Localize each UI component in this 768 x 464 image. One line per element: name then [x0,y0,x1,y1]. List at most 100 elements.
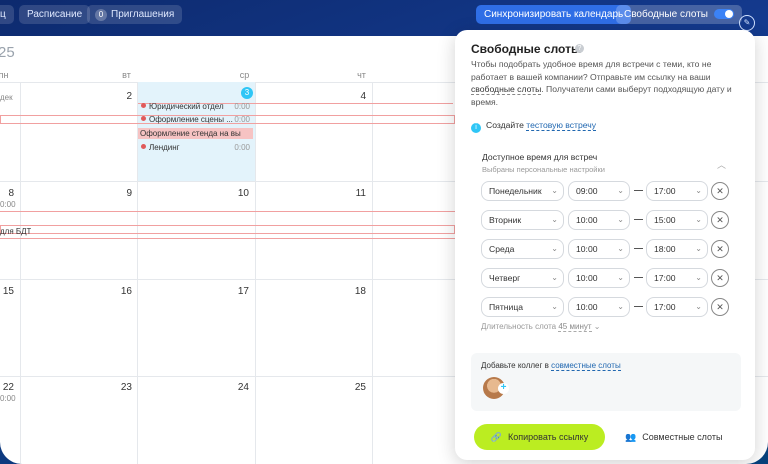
from-time-select[interactable]: 10:00 ⌄ [568,210,630,230]
event-band [0,238,455,239]
to-time-select[interactable]: 15:00 ⌄ [646,210,708,230]
event-dot-icon [141,144,146,149]
event-time: 0:00 [234,143,250,152]
event-time: 0:00 [234,102,250,111]
users-icon: 👥 [625,432,637,442]
schedule-button[interactable]: Расписание [19,5,91,24]
tab-partial[interactable]: ц [0,5,14,24]
from-time-select[interactable]: 10:00 ⌄ [568,268,630,288]
invitations-button[interactable]: 0 Приглашения [87,5,183,24]
joint-slots-link[interactable]: совместные слоты [551,361,621,371]
day-value: Среда [489,244,515,254]
remove-row-icon[interactable]: ✕ [711,211,729,229]
day-select[interactable]: Пятница ⌄ [481,297,564,317]
dow-mon: пн [0,70,9,80]
event-item[interactable]: для БДТ [0,227,31,236]
available-time-title: Доступное время для встреч [482,152,598,162]
day-number: 24 [237,382,249,393]
description-text: Чтобы подобрать удобное время для встреч… [471,59,712,82]
from-value: 10:00 [576,215,598,225]
day-value: Вторник [489,215,522,225]
remove-row-icon[interactable]: ✕ [711,269,729,287]
range-dash [634,248,643,249]
day-number: 10 [237,188,249,199]
from-time-select[interactable]: 10:00 ⌄ [568,239,630,259]
range-dash [634,219,643,220]
copy-link-button[interactable]: 🔗 Копировать ссылку [474,424,605,450]
to-value: 17:00 [654,186,676,196]
free-slots-toggle-button[interactable]: Свободные слоты [616,5,742,24]
day-number: 11 [355,188,366,199]
invitations-label: Приглашения [111,9,175,20]
from-value: 10:00 [576,302,598,312]
chat-icon[interactable]: ✎ [739,15,755,31]
chevron-down-icon: ⌄ [617,215,624,224]
event-time: 0:00 [0,394,16,403]
day-number: 16 [120,286,132,297]
free-slots-toggle[interactable] [714,9,734,20]
event-item[interactable]: Юридический отдел 0:00 [141,102,253,111]
joint-slots-button[interactable]: 👥 Совместные слоты [625,432,722,443]
available-time-subtitle: Выбраны персональные настройки [482,165,605,174]
event-item[interactable]: Оформление стенда на вы [138,128,253,139]
from-time-select[interactable]: 09:00 ⌄ [568,181,630,201]
to-value: 18:00 [654,244,676,254]
copy-link-label: Копировать ссылку [508,432,589,442]
grid-line [255,82,256,464]
today-badge: 3 [241,87,253,99]
invitations-count: 0 [95,9,107,21]
schedule-label: Расписание [27,9,83,20]
chevron-down-icon: ⌄ [551,186,558,195]
day-select[interactable]: Четверг ⌄ [481,268,564,288]
top-bar: ц Расписание 0 Приглашения Синхронизирова… [0,0,768,34]
chevron-up-icon[interactable]: ︿ [717,158,726,171]
day-select[interactable]: Среда ⌄ [481,239,564,259]
create-text: Создайте [486,120,524,130]
day-select[interactable]: Понедельник ⌄ [481,181,564,201]
event-item[interactable]: Оформление сцены ... 0:00 [141,115,253,124]
dow-wed: ср [239,70,250,80]
chevron-down-icon: ⌄ [695,215,702,224]
chevron-down-icon: ⌄ [617,273,624,282]
to-time-select[interactable]: 18:00 ⌄ [646,239,708,259]
event-item[interactable]: Лендинг 0:00 [141,143,253,152]
remove-row-icon[interactable]: ✕ [711,182,729,200]
schedule-row: Вторник ⌄ 10:00 ⌄ 15:00 ⌄ ✕ [481,210,731,230]
remove-row-icon[interactable]: ✕ [711,298,729,316]
schedule-row: Понедельник ⌄ 09:00 ⌄ 17:00 ⌄ ✕ [481,181,731,201]
chevron-down-icon: ⌄ [617,244,624,253]
chevron-down-icon: ⌄ [617,186,624,195]
duration-select[interactable]: 45 минут [558,322,592,332]
from-time-select[interactable]: 10:00 ⌄ [568,297,630,317]
to-value: 17:00 [654,273,676,283]
day-number: 4 [360,91,366,102]
event-dot-icon [141,116,146,121]
slot-duration: Длительность слота 45 минут ⌄ [481,322,600,332]
day-value: Понедельник [489,186,542,196]
free-slots-link[interactable]: свободные слоты [471,84,542,95]
to-time-select[interactable]: 17:00 ⌄ [646,268,708,288]
remove-row-icon[interactable]: ✕ [711,240,729,258]
dow-thu: чт [357,70,366,80]
event-band [0,211,455,212]
event-title: Лендинг [149,143,180,152]
help-icon[interactable]: ? [575,44,584,53]
dow-tue: вт [122,70,131,80]
event-time: 0:00 [0,200,16,209]
panel-description: Чтобы подобрать удобное время для встреч… [471,58,741,108]
to-time-select[interactable]: 17:00 ⌄ [646,181,708,201]
link-icon: 🔗 [490,432,502,442]
chevron-down-icon: ⌄ [551,244,558,253]
chevron-down-icon: ⌄ [695,186,702,195]
to-time-select[interactable]: 17:00 ⌄ [646,297,708,317]
day-select[interactable]: Вторник ⌄ [481,210,564,230]
test-meeting-link[interactable]: тестовую встречу [526,120,597,131]
free-slots-panel: Свободные слоты ? Чтобы подобрать удобно… [455,30,755,460]
colleagues-text: Добавьте коллег в совместные слоты [481,361,621,371]
range-dash [634,190,643,191]
schedule-row: Четверг ⌄ 10:00 ⌄ 17:00 ⌄ ✕ [481,268,731,288]
sync-calendar-button[interactable]: Синхронизировать календарь [476,5,632,24]
add-colleague-plus-icon[interactable]: + [498,383,509,394]
grid-line [20,82,21,464]
day-value: Пятница [489,302,524,312]
